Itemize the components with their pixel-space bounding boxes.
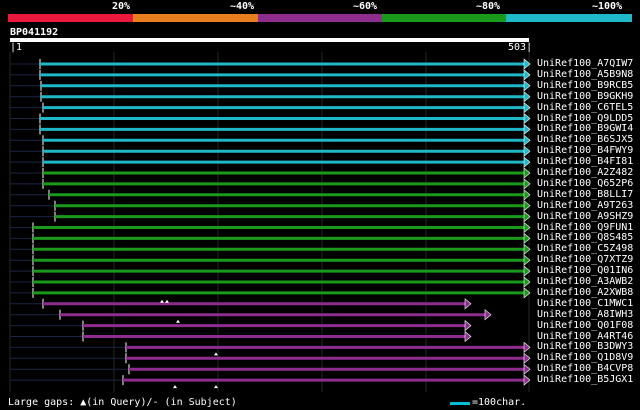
hit-label[interactable]: UniRef100_A2Z482: [537, 167, 633, 178]
hit-label[interactable]: UniRef100_B8LLI7: [537, 189, 633, 200]
hit-label[interactable]: UniRef100_Q7XTZ9: [537, 254, 633, 265]
hit-label[interactable]: UniRef100_B4FI81: [537, 156, 633, 167]
hit-label[interactable]: UniRef100_Q8S485: [537, 232, 633, 243]
alignment-arrow: [464, 330, 472, 343]
hit-label[interactable]: UniRef100_B4CVP8: [537, 363, 633, 374]
hit-label[interactable]: UniRef100_A3AWB2: [537, 276, 633, 287]
query-gap-marker: [214, 352, 218, 356]
hit-label[interactable]: UniRef100_Q652P6: [537, 178, 633, 189]
hit-label[interactable]: UniRef100_A9T263: [537, 200, 633, 211]
query-gap-marker: [214, 385, 218, 389]
query-gap-marker: [173, 385, 177, 389]
alignment-arrow: [464, 298, 472, 310]
hit-label[interactable]: UniRef100_A8IWH3: [537, 309, 633, 320]
hit-label[interactable]: UniRef100_B4FWY9: [537, 145, 633, 156]
alignment-arrow: [464, 319, 472, 332]
query-gap-marker: [165, 299, 169, 303]
hit-label[interactable]: UniRef100_B9GKH9: [537, 91, 633, 102]
hit-label[interactable]: UniRef100_B9GWI4: [537, 123, 633, 134]
hit-label[interactable]: UniRef100_B5JGX1: [537, 374, 633, 385]
hit-label[interactable]: UniRef100_Q1D8V9: [537, 352, 633, 363]
hit-label[interactable]: UniRef100_B6SJX5: [537, 134, 633, 145]
hit-label[interactable]: UniRef100_C5Z498: [537, 243, 633, 254]
hit-label[interactable]: UniRef100_C1MWC1: [537, 298, 633, 309]
scale-label: =100char.: [472, 397, 527, 408]
hit-label[interactable]: UniRef100_C6TEL5: [537, 102, 633, 113]
hit-label[interactable]: UniRef100_B3DWY3: [537, 341, 633, 352]
hit-label[interactable]: UniRef100_A9SHZ9: [537, 211, 633, 222]
alignment-arrow: [484, 309, 492, 321]
hit-label[interactable]: UniRef100_A5B9N8: [537, 69, 633, 80]
gaps-legend: Large gaps: ▲(in Query)/- (in Subject): [8, 397, 237, 408]
hit-label[interactable]: UniRef100_A4RT46: [537, 331, 633, 342]
hit-label[interactable]: UniRef100_Q9FUN1: [537, 222, 633, 233]
query-gap-marker: [160, 299, 164, 303]
hit-label[interactable]: UniRef100_B9RCB5: [537, 80, 633, 91]
hit-label[interactable]: UniRef100_Q01F08: [537, 320, 633, 331]
hit-label[interactable]: UniRef100_A7QIW7: [537, 58, 633, 69]
query-gap-marker: [176, 319, 180, 323]
scale-bar: [450, 402, 470, 405]
hit-label[interactable]: UniRef100_Q01IN6: [537, 265, 633, 276]
hit-label[interactable]: UniRef100_A2XWB8: [537, 287, 633, 298]
hit-label[interactable]: UniRef100_Q9LDD5: [537, 113, 633, 124]
